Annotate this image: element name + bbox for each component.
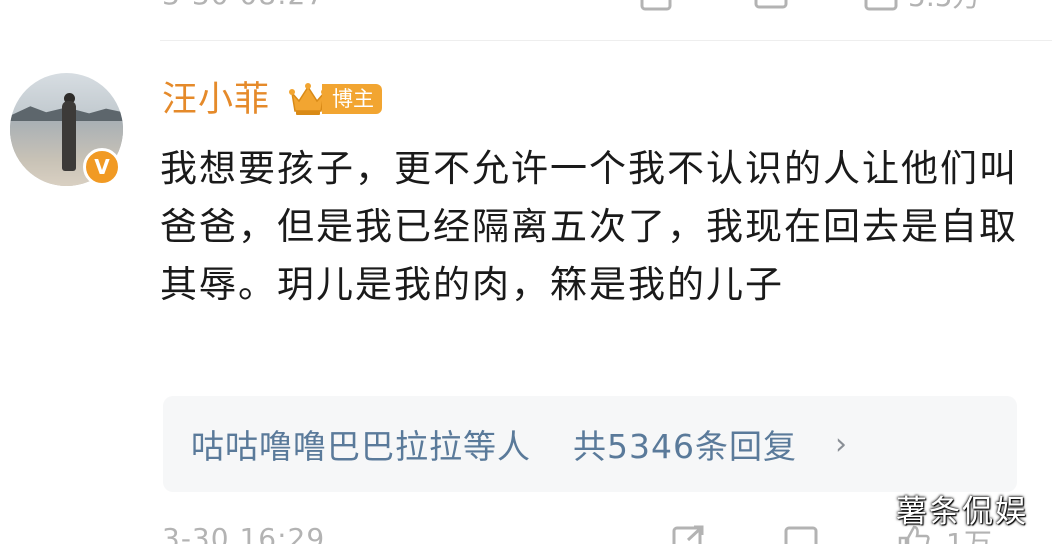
chevron-right-icon: › xyxy=(834,426,848,462)
comment-divider xyxy=(160,40,1052,41)
verified-v-icon: V xyxy=(83,148,121,186)
comment-meta-row: 3-30 16:29 1万 xyxy=(0,522,1052,544)
reply-count: 共5346条回复 xyxy=(573,427,797,466)
previous-like-button[interactable]: 5.5万 xyxy=(864,0,981,15)
share-icon xyxy=(640,0,672,11)
share-icon[interactable] xyxy=(672,524,706,544)
blogger-badge: 博主 xyxy=(288,80,382,118)
comment-username[interactable]: 汪小菲 xyxy=(162,76,270,124)
comment-icon[interactable] xyxy=(784,524,818,544)
previous-comment-button[interactable] xyxy=(754,0,790,12)
previous-share-button[interactable] xyxy=(640,0,676,12)
comment-text: 我想要孩子，更不允许一个我不认识的人让他们叫爸爸，但是我已经隔离五次了，我现在回… xyxy=(160,147,1018,306)
comment-timestamp: 3-30 16:29 xyxy=(162,522,326,544)
blogger-badge-label: 博主 xyxy=(322,84,382,114)
previous-comment-timestamp: 3-30 08:27 xyxy=(162,0,325,11)
like-icon xyxy=(864,0,898,11)
avatar-person xyxy=(62,101,76,171)
previous-like-count: 5.5万 xyxy=(908,0,981,15)
replies-link[interactable]: 咕咕噜噜巴巴拉拉等人 共5346条回复 › xyxy=(163,396,1017,492)
reply-users: 咕咕噜噜巴巴拉拉等人 xyxy=(191,427,531,466)
watermark-text: 薯条侃娱 xyxy=(896,494,1028,530)
previous-comment-meta-row: 3-30 08:27 5.5万 xyxy=(0,0,1052,15)
weibo-comment-screen: 3-30 08:27 5.5万 V 汪小菲 xyxy=(0,0,1052,544)
comment-icon xyxy=(754,0,788,9)
